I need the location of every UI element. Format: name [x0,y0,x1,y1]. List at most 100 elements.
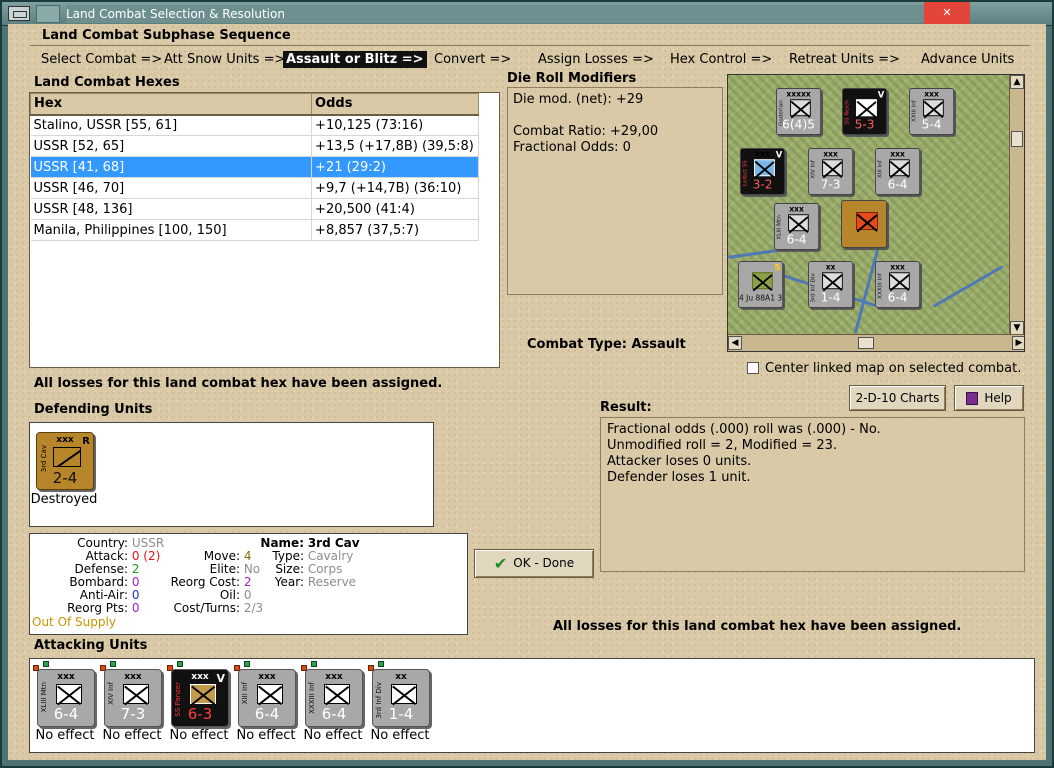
counter-values: 7-3 [120,705,146,723]
result-line: Defender loses 1 unit. [607,470,751,485]
hex-cell: USSR [48, 136] [30,198,313,220]
counter-values: 6-4 [887,291,908,306]
status-pip-icon [311,661,317,667]
table-row[interactable]: USSR [48, 136] +20,500 (41:4) [30,198,479,220]
attacking-unit-counter[interactable]: xx 3rd Inf Div 1-4 [372,669,430,727]
map-vertical-scrollbar[interactable]: ▲ ▼ [1009,75,1024,335]
window-menu-icon[interactable] [8,6,30,21]
map-counter[interactable]: xxx XIII Inf 6-4 [875,148,921,195]
reorg-pts-row: Reorg Pts: 0 [40,602,139,615]
die-mod-line [513,108,717,124]
defending-unit-status: Destroyed [30,492,98,507]
center-map-checkbox[interactable] [747,362,759,374]
column-header-hex[interactable]: Hex [29,93,313,116]
center-map-label[interactable]: Center linked map on selected combat. [765,361,1021,376]
move-value: 4 [243,549,252,563]
map-counter[interactable]: xx 3rd Inf Div 1-4 [808,261,854,308]
counter-size: xxx [258,672,276,682]
counter-tag: R [82,436,90,447]
status-pip-icon [43,661,49,667]
attacking-unit-counter[interactable]: xxx XIV Inf 7-3 [104,669,162,727]
supply-status: Out Of Supply [32,615,116,629]
die-mod-line: Die mod. (net): +29 [513,92,644,107]
attacking-unit-counter[interactable]: xxx XIII Inf 6-4 [238,669,296,727]
ok-done-button[interactable]: ✔ OK - Done [474,549,594,578]
subphase-step-advance-units: Advance Units [921,52,1015,67]
close-button[interactable]: ✕ [924,2,970,24]
result-box: Fractional odds (.000) roll was (.000) -… [600,417,1025,572]
mountain-infantry-symbol-icon [56,684,82,704]
counter-tag: V [775,150,783,161]
result-line: Attacker loses 0 units. [607,454,752,469]
table-row[interactable]: Stalino, USSR [55, 61] +10,125 (73:16) [30,114,479,136]
map-counter[interactable]: xxx XXXIII Inf 6-4 [875,261,921,308]
scroll-left-icon[interactable]: ◀ [728,336,742,350]
die-mod-line: Combat Ratio: +29,00 [513,124,659,139]
title-bar[interactable]: Land Combat Selection & Resolution ✕ [2,2,1052,26]
combat-type-label: Combat Type: [527,337,627,352]
counter-size: xx [395,672,407,682]
hex-cell: USSR [41, 68] [30,156,313,178]
losses-assigned-note: All losses for this land combat hex have… [34,376,443,391]
help-button[interactable]: Help [954,385,1024,411]
scroll-down-icon[interactable]: ▼ [1010,321,1024,335]
attacking-unit-status: No effect [35,728,95,743]
linked-map[interactable]: xxxxx Guderian 6(4)5 V SS Reich 5-3 xxx XXIII… [727,74,1025,352]
counter-name: XIV Inf [107,682,115,705]
book-icon [966,392,979,405]
infantry-symbol-icon [324,684,350,704]
infantry-symbol-icon [856,99,877,117]
counter-values: 5-4 [921,118,942,133]
die-roll-modifiers-box: Die mod. (net): +29 Combat Ratio: +29,00… [507,87,723,295]
combat-type-value: Assault [631,337,686,352]
reorg-pts-label: Reorg Pts: [67,601,128,615]
counter-values: 7-3 [820,178,841,193]
vertical-scroll-thumb[interactable] [1011,131,1023,147]
attacking-unit-counter[interactable]: xxx XLIII Mtn 6-4 [37,669,95,727]
column-header-odds[interactable]: Odds [311,93,479,116]
table-row-selected[interactable]: USSR [41, 68] +21 (29:2) [30,156,479,178]
map-counter[interactable]: xxx XIV Inf 7-3 [808,148,854,195]
reorg-cost-value: 2 [243,575,252,589]
type-value: Cavalry [307,549,354,563]
table-row[interactable]: Manila, Philippines [100, 150] +8,857 (37… [30,219,479,241]
map-horizontal-scrollbar[interactable]: ◀ ▶ [728,334,1024,351]
die-mod-line: Fractional Odds: 0 [513,140,631,155]
bombard-value: 0 [131,575,140,589]
infantry-symbol-icon [790,99,811,117]
map-counter[interactable]: xxxxx Guderian 6(4)5 [776,88,822,135]
counter-values: 5-3 [854,118,875,133]
result-label: Result: [600,400,652,415]
counter-values: 4 Ju 88A1 3 [738,293,783,303]
map-counter-air[interactable]: 5 4 Ju 88A1 3 [738,261,784,308]
subphase-step-convert: Convert => [434,52,512,67]
counter-name: XIV Inf [809,160,817,179]
charts-button[interactable]: 2-D-10 Charts [849,385,946,411]
map-counter[interactable]: xxx V Leibst SS 3-2 [740,148,786,195]
defending-hex-counter[interactable] [841,200,887,248]
attacking-unit-counter[interactable]: xxx V SS Panzer 6-3 [171,669,229,727]
subphase-step-select-combat: Select Combat => [41,52,163,67]
hex-cell: Manila, Philippines [100, 150] [30,219,313,241]
subphase-step-retreat-units: Retreat Units => [789,52,900,67]
defending-unit-counter[interactable]: xxx R 3rd Cav 2-4 [36,432,94,490]
scroll-up-icon[interactable]: ▲ [1010,75,1024,89]
table-row[interactable]: USSR [52, 65] +13,5 (+17,8B) (39,5:8) [30,135,479,157]
counter-size: xxx [124,672,142,682]
horizontal-scroll-thumb[interactable] [858,337,874,349]
cost-turns-label: Cost/Turns: [173,601,240,615]
infantry-symbol-icon [889,159,910,177]
attacking-unit-counter[interactable]: xxx XXXIII Inf 6-4 [305,669,363,727]
map-counter[interactable]: V SS Reich 5-3 [842,88,888,135]
result-line: Unmodified roll = 2, Modified = 23. [607,438,838,453]
cost-turns-row: Cost/Turns: 2/3 [150,601,264,615]
map-counter[interactable]: xxx XXIII Inf 5-4 [909,88,955,135]
counter-size: xxx [823,149,838,159]
map-terrain[interactable]: xxxxx Guderian 6(4)5 V SS Reich 5-3 xxx XXIII… [728,75,1010,335]
scroll-right-icon[interactable]: ▶ [1012,336,1024,350]
map-counter[interactable]: xxx XLIII Mtn 6-4 [774,203,820,250]
land-combat-hexes-label: Land Combat Hexes [34,75,180,90]
table-row[interactable]: USSR [46, 70] +9,7 (+14,7B) (36:10) [30,177,479,199]
help-button-label: Help [984,391,1012,405]
counter-size: xxx [890,149,905,159]
